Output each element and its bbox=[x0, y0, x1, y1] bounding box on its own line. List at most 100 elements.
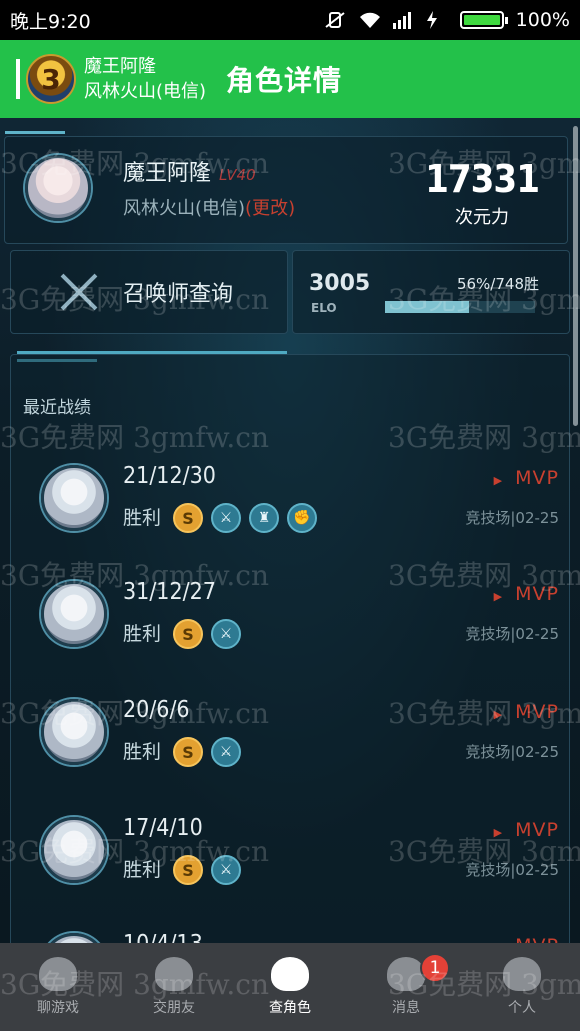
mvp-label: ▶MVP bbox=[493, 467, 559, 489]
match-date: 31/12/27 bbox=[123, 579, 216, 605]
wifi-icon bbox=[358, 11, 380, 29]
avatar[interactable] bbox=[25, 155, 91, 221]
account-switcher[interactable]: 魔王阿隆 风林火山(电信) bbox=[84, 54, 206, 104]
profile-name: 魔王阿隆 bbox=[123, 161, 212, 186]
elo-label: ELO bbox=[311, 301, 337, 315]
elo-value: 3005 bbox=[309, 271, 371, 296]
hero-avatar bbox=[41, 465, 107, 531]
profile-server: 风林火山(电信) bbox=[123, 198, 246, 219]
chat-game-icon bbox=[39, 957, 77, 991]
hero-avatar bbox=[41, 581, 107, 647]
play-arrow-icon: ▶ bbox=[493, 826, 504, 839]
status-time: 晚上9:20 bbox=[10, 10, 91, 33]
game-logo-icon[interactable]: 3 bbox=[26, 54, 76, 104]
vibrate-off-icon bbox=[324, 11, 346, 29]
s-rank-badge-icon: S bbox=[173, 737, 203, 767]
profile-name-row: 魔王阿隆 LV40 bbox=[123, 155, 256, 187]
match-date: 21/12/30 bbox=[123, 463, 216, 489]
profile-server-row: 风林火山(电信)(更改) bbox=[123, 194, 295, 220]
scrollbar[interactable] bbox=[573, 126, 578, 426]
match-row[interactable]: 21/12/30 胜利 S ⚔ ♜ ✊ ▶ MVP 竞技场|02-25 bbox=[11, 459, 571, 569]
nav-label: 查角色 bbox=[269, 1000, 311, 1016]
match-date: 20/6/6 bbox=[123, 697, 190, 723]
match-result: 胜利 bbox=[123, 741, 162, 763]
summoner-search-button[interactable]: 召唤师查询 bbox=[10, 250, 288, 334]
profile-card: 魔王阿隆 LV40 风林火山(电信)(更改) 17331 次元力 bbox=[4, 131, 568, 244]
message-icon bbox=[387, 957, 425, 991]
nav-messages[interactable]: 消息 1 bbox=[348, 943, 464, 1031]
mvp-label: ▶MVP bbox=[494, 935, 559, 943]
match-mode: 竞技场|02-25 bbox=[465, 625, 559, 643]
mvp-label: ▶MVP bbox=[493, 819, 559, 841]
header-divider bbox=[16, 59, 20, 99]
nav-profile[interactable]: 个人 bbox=[464, 943, 580, 1031]
sword-badge-icon: ⚔ bbox=[211, 503, 241, 533]
sword-badge-icon: ⚔ bbox=[211, 737, 241, 767]
nav-label: 聊游戏 bbox=[37, 1000, 79, 1016]
profile-icon bbox=[503, 957, 541, 991]
match-mode: 竞技场|02-25 bbox=[465, 743, 559, 761]
card-decoration bbox=[5, 131, 65, 134]
winrate-progress-fill bbox=[385, 301, 469, 313]
change-server-link[interactable]: (更改) bbox=[245, 198, 295, 219]
nav-friends[interactable]: 交朋友 bbox=[116, 943, 232, 1031]
bottom-navigation: 聊游戏 交朋友 查角色 消息 1 个人 3G免费网 3gmfw.cn 3G免费网… bbox=[0, 943, 580, 1031]
nav-label: 个人 bbox=[508, 1000, 536, 1016]
play-arrow-icon: ▶ bbox=[493, 708, 504, 721]
match-result: 胜利 bbox=[123, 859, 162, 881]
page-title: 角色详情 bbox=[226, 64, 343, 97]
summoner-search-label: 召唤师查询 bbox=[123, 282, 234, 307]
nav-label: 消息 bbox=[392, 1000, 420, 1016]
match-mode: 竞技场|02-25 bbox=[465, 861, 559, 879]
nav-label: 交朋友 bbox=[153, 1000, 195, 1016]
match-row[interactable]: 31/12/27 胜利 S ⚔ ▶ MVP 竞技场|02-25 bbox=[11, 575, 571, 685]
match-badges: S ⚔ ♜ ✊ bbox=[173, 503, 317, 533]
match-row[interactable]: 17/4/10 胜利 S ⚔ ▶ MVP 竞技场|02-25 bbox=[11, 811, 571, 921]
match-result: 胜利 bbox=[123, 507, 162, 529]
hero-avatar bbox=[41, 933, 107, 943]
header-account-name: 魔王阿隆 bbox=[84, 56, 156, 77]
mvp-label: ▶MVP bbox=[493, 583, 559, 605]
sword-badge-icon: ⚔ bbox=[211, 855, 241, 885]
match-badges: S ⚔ bbox=[173, 619, 241, 649]
winrate-text: 56%/748胜 bbox=[456, 275, 539, 293]
notification-badge: 1 bbox=[420, 953, 450, 983]
battery-icon bbox=[459, 11, 508, 29]
crossed-swords-icon bbox=[55, 268, 103, 316]
mvp-label: ▶MVP bbox=[493, 701, 559, 723]
recent-records-panel: 最近战绩 21/12/30 胜利 S ⚔ ♜ ✊ ▶ MVP 竞技场|02-25 … bbox=[10, 351, 571, 943]
app-header: 3 魔王阿隆 风林火山(电信) 角色详情 bbox=[0, 40, 580, 118]
power-label: 次元力 bbox=[455, 207, 510, 228]
nav-characters[interactable]: 查角色 bbox=[232, 943, 348, 1031]
match-result: 胜利 bbox=[123, 623, 162, 645]
elo-card: 3005 ELO 56%/748胜 bbox=[292, 250, 570, 334]
hero-avatar bbox=[41, 817, 107, 883]
status-bar: 晚上9:20 100% bbox=[0, 0, 580, 40]
play-arrow-icon: ▶ bbox=[493, 474, 504, 487]
match-badges: S ⚔ bbox=[173, 737, 241, 767]
power-value: 17331 bbox=[425, 157, 540, 201]
hero-avatar bbox=[41, 699, 107, 765]
main-content[interactable]: 魔王阿隆 LV40 风林火山(电信)(更改) 17331 次元力 召唤师查询 30… bbox=[0, 118, 580, 943]
battery-percent: 100% bbox=[515, 9, 570, 31]
characters-icon bbox=[271, 957, 309, 991]
sword-badge-icon: ⚔ bbox=[211, 619, 241, 649]
s-rank-badge-icon: S bbox=[173, 619, 203, 649]
records-heading: 最近战绩 bbox=[23, 398, 91, 418]
match-row[interactable]: 20/6/6 胜利 S ⚔ ▶ MVP 竞技场|02-25 bbox=[11, 693, 571, 803]
match-date: 10/4/13 bbox=[123, 931, 203, 943]
panel-decoration bbox=[17, 351, 287, 354]
tower-badge-icon: ♜ bbox=[249, 503, 279, 533]
s-rank-badge-icon: S bbox=[173, 855, 203, 885]
nav-chat-game[interactable]: 聊游戏 bbox=[0, 943, 116, 1031]
match-row[interactable]: 10/4/13 ▶MVP bbox=[11, 927, 571, 943]
fist-badge-icon: ✊ bbox=[287, 503, 317, 533]
charging-icon bbox=[426, 11, 448, 29]
s-rank-badge-icon: S bbox=[173, 503, 203, 533]
friends-icon bbox=[155, 957, 193, 991]
header-account-server: 风林火山(电信) bbox=[84, 81, 207, 102]
panel-decoration bbox=[17, 359, 97, 362]
match-badges: S ⚔ bbox=[173, 855, 241, 885]
match-date: 17/4/10 bbox=[123, 815, 203, 841]
profile-level: LV40 bbox=[219, 166, 256, 184]
